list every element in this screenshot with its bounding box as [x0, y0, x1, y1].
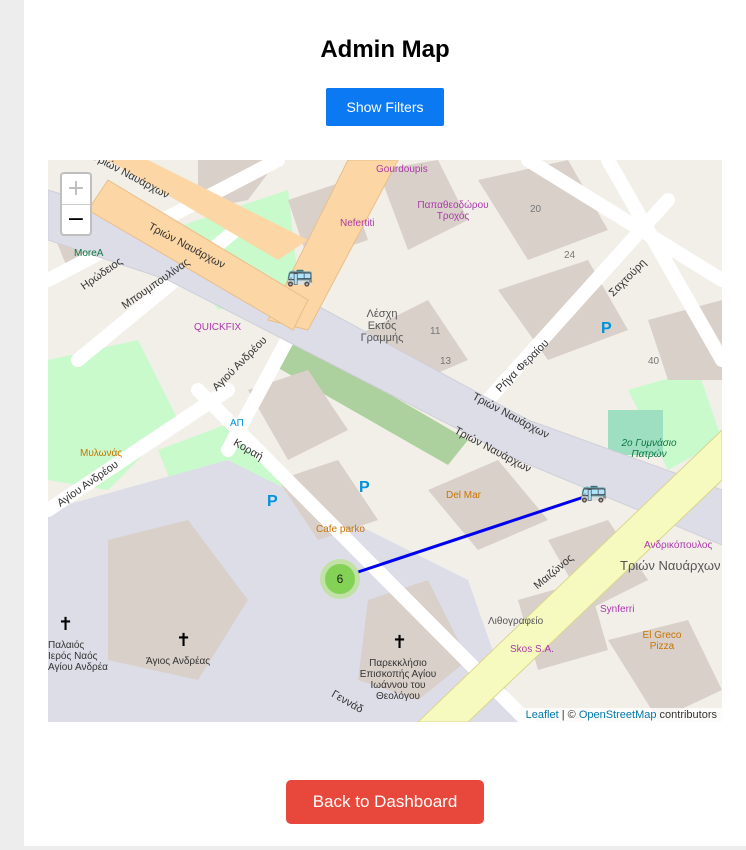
place-label: QUICKFIX	[194, 322, 242, 333]
cluster-marker[interactable]: 6	[320, 559, 360, 599]
house-number: 11	[430, 326, 441, 337]
attribution-separator: | ©	[558, 709, 579, 721]
church-icon: ✝	[392, 632, 408, 653]
place-label: Ανδρικόπουλος	[644, 540, 713, 551]
place-label: 2ο Γυμνάσιο Πατρών	[621, 438, 677, 460]
place-label: El Greco Pizza	[642, 630, 682, 652]
parking-p-1: P	[601, 320, 612, 337]
house-number: 13	[440, 356, 452, 367]
bus-icon[interactable]: 🚌	[286, 265, 313, 287]
parking-p-3: P	[359, 479, 370, 496]
house-number: 24	[564, 250, 576, 261]
cluster-count: 6	[325, 564, 355, 594]
house-number: 20	[530, 204, 542, 215]
leaflet-link[interactable]: Leaflet	[526, 709, 559, 721]
map-attribution: Leaflet | © OpenStreetMap contributors	[520, 708, 722, 722]
show-filters-button[interactable]: Show Filters	[326, 88, 444, 126]
place-label: Μυλωνάς	[80, 448, 123, 459]
zoom-control: + −	[60, 172, 92, 236]
bus-icon[interactable]: 🚌	[580, 481, 607, 503]
zoom-out-button[interactable]: −	[62, 205, 90, 235]
back-to-dashboard-button[interactable]: Back to Dashboard	[286, 780, 484, 824]
place-label: Παπαθεοδώρου Τροχός	[417, 200, 489, 222]
place-label: ΑΠ	[230, 418, 244, 429]
church-icon: ✝	[176, 630, 192, 651]
zoom-in-button[interactable]: +	[62, 174, 90, 205]
street-label: Τριών Ναυάρχων	[620, 558, 721, 573]
place-label: Del Mar	[446, 490, 482, 501]
place-label: Synferri	[600, 604, 635, 615]
place-label: Παρεκκλήσιο Επισκοπής Αγίου Ιωάννου του …	[359, 658, 437, 702]
place-label: MoreA	[74, 248, 104, 259]
house-number: 40	[648, 356, 660, 367]
place-label: Λέσχη Εκτός Γραμμής	[360, 308, 404, 344]
page-title: Admin Map	[320, 36, 450, 63]
place-label: Skos S.A.	[510, 644, 554, 655]
place-label: Nefertiti	[340, 218, 375, 229]
place-label: Παλαιός Ιερός Ναός Αγίου Ανδρέα	[48, 640, 108, 673]
attribution-suffix: contributors	[656, 709, 717, 721]
map-canvas[interactable]: P P P Τριών Ναυάρχων Τριών Ναυάρχων Τριώ…	[48, 160, 722, 722]
osm-link[interactable]: OpenStreetMap	[579, 709, 657, 721]
place-label: Άγιος Ανδρέας	[146, 656, 211, 667]
place-label: Λιθογραφείο	[488, 616, 544, 627]
parking-p-2: P	[267, 493, 278, 510]
place-label: Cafe parko	[316, 524, 365, 535]
church-icon: ✝	[58, 614, 74, 635]
place-label: Gourdoupis	[376, 164, 428, 175]
